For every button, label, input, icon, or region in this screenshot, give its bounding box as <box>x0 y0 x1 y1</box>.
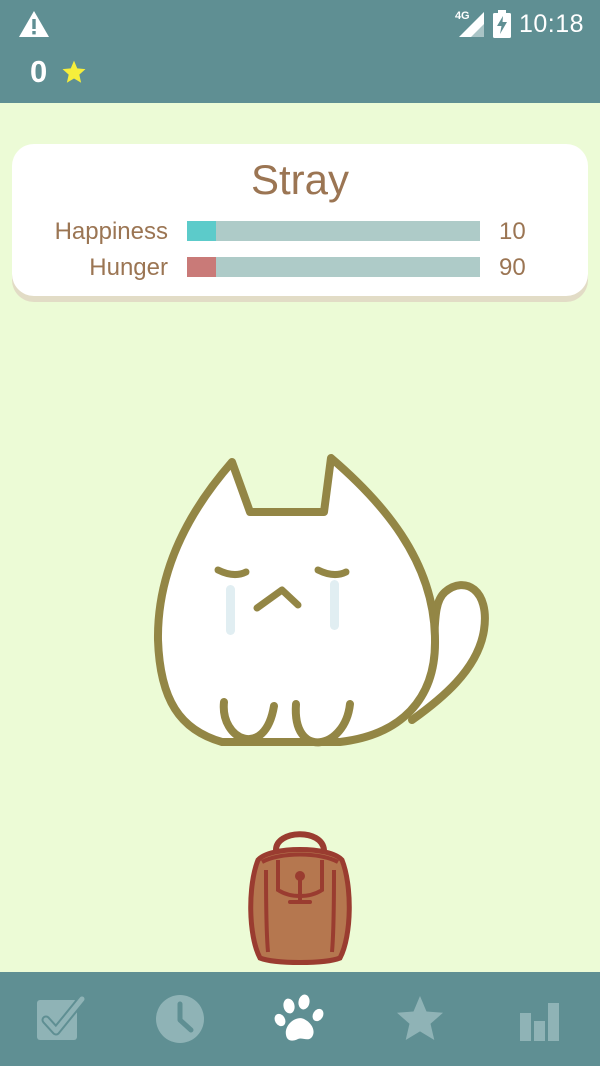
stat-value: 10 <box>499 218 526 245</box>
hunger-bar-fill <box>187 257 217 277</box>
backpack-icon[interactable] <box>246 826 354 966</box>
hunger-bar <box>187 257 480 277</box>
star-icon <box>397 996 443 1040</box>
nav-history[interactable] <box>120 972 240 1066</box>
nav-tasks[interactable] <box>0 972 120 1066</box>
checkbox-icon <box>37 994 86 1040</box>
paw-icon <box>274 994 324 1041</box>
bar-chart-icon <box>520 1003 559 1041</box>
stat-row-hunger: Hunger 90 <box>12 254 588 284</box>
status-bar-right: 4G 10:18 <box>455 8 584 40</box>
clock-icon <box>156 995 204 1043</box>
network-type-label: 4G <box>454 10 470 22</box>
happiness-bar-fill <box>187 221 217 241</box>
stat-value: 90 <box>499 254 526 281</box>
nav-stats[interactable] <box>480 972 600 1066</box>
pet-name: Stray <box>250 156 350 203</box>
nav-favorites[interactable] <box>360 972 480 1066</box>
stat-label: Hunger <box>89 254 168 281</box>
warning-icon <box>19 11 49 37</box>
stat-label: Happiness <box>54 218 168 245</box>
status-time: 10:18 <box>518 9 584 38</box>
stat-row-happiness: Happiness 10 <box>12 218 588 248</box>
battery-charging-icon <box>492 10 511 38</box>
happiness-bar <box>187 221 480 241</box>
bottom-navigation <box>0 972 600 1066</box>
star-icon <box>62 60 86 83</box>
signal-icon: 4G <box>455 10 485 38</box>
score-value: 0 <box>30 54 48 89</box>
pet-stats-card: Stray Happiness 10 Hunger 90 <box>12 144 588 296</box>
sad-cat-pet[interactable] <box>150 450 495 760</box>
top-bar: 4G 10:18 0 <box>0 0 600 103</box>
nav-pet[interactable] <box>240 972 360 1066</box>
score-display: 0 <box>30 54 87 90</box>
